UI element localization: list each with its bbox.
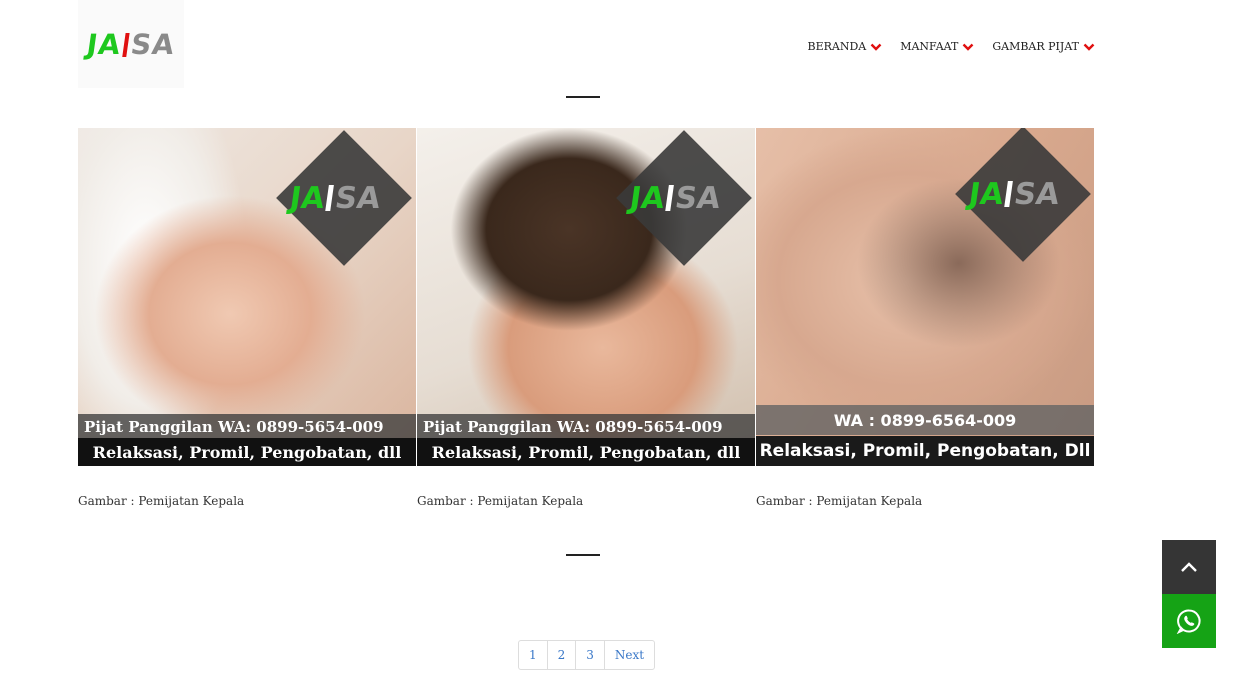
logo-wordmark: JA SA bbox=[85, 28, 178, 61]
gallery-image[interactable]: JA SA Pijat Panggilan WA: 0899-5654-009 R… bbox=[417, 128, 755, 466]
gallery-image[interactable]: JA SA WA : 0899-6564-009 Relaksasi, Promi… bbox=[756, 128, 1094, 466]
image-banner-services: Relaksasi, Promil, Pengobatan, dll bbox=[78, 438, 416, 466]
gallery-image[interactable]: JA SA Pijat Panggilan WA: 0899-5654-009 R… bbox=[78, 128, 416, 466]
gallery-item: JA SA Pijat Panggilan WA: 0899-5654-009 R… bbox=[78, 128, 416, 508]
chevron-down-icon bbox=[1083, 43, 1095, 51]
chevron-down-icon bbox=[963, 43, 974, 51]
whatsapp-icon bbox=[1176, 609, 1201, 634]
chevron-up-icon bbox=[1181, 562, 1197, 572]
watermark-text-right: SA bbox=[332, 181, 383, 216]
gallery-caption: Gambar : Pemijatan Kepala bbox=[78, 494, 245, 508]
gallery-item: JA SA WA : 0899-6564-009 Relaksasi, Promi… bbox=[756, 128, 1094, 508]
scroll-to-top-button[interactable] bbox=[1162, 540, 1216, 594]
section-divider-top bbox=[566, 96, 600, 98]
gallery-caption: Gambar : Pemijatan Kepala bbox=[756, 494, 923, 508]
image-banner-services: Relaksasi, Promil, Pengobatan, Dll bbox=[756, 436, 1094, 466]
nav-item-beranda[interactable]: BERANDA bbox=[807, 40, 882, 53]
watermark-logo: JA SA bbox=[628, 181, 723, 216]
logo-red-bar bbox=[122, 32, 130, 57]
watermark-logo: JA SA bbox=[288, 181, 383, 216]
gallery-item: JA SA Pijat Panggilan WA: 0899-5654-009 R… bbox=[417, 128, 755, 508]
nav-item-gambar-pijat[interactable]: GAMBAR PIJAT bbox=[992, 40, 1095, 53]
watermark-text-right: SA bbox=[1011, 177, 1062, 212]
whatsapp-button[interactable] bbox=[1162, 594, 1216, 648]
page-link-3[interactable]: 3 bbox=[576, 641, 605, 669]
nav-item-label: GAMBAR PIJAT bbox=[992, 40, 1079, 53]
image-banner-phone: Pijat Panggilan WA: 0899-5654-009 bbox=[417, 414, 755, 440]
watermark-text-right: SA bbox=[672, 181, 723, 216]
image-banner-phone: Pijat Panggilan WA: 0899-5654-009 bbox=[78, 414, 416, 440]
nav-item-label: BERANDA bbox=[807, 40, 867, 53]
logo-text-right: SA bbox=[128, 27, 178, 61]
watermark-text-left: JA bbox=[287, 181, 327, 216]
pagination: 1 2 3 Next bbox=[518, 640, 656, 670]
watermark-text-left: JA bbox=[966, 177, 1006, 212]
site-logo[interactable]: JA SA bbox=[78, 0, 184, 88]
nav-item-label: MANFAAT bbox=[900, 40, 959, 53]
chevron-down-icon bbox=[870, 43, 882, 51]
next-page-link[interactable]: Next bbox=[605, 641, 654, 669]
gallery-caption: Gambar : Pemijatan Kepala bbox=[417, 494, 584, 508]
nav-item-manfaat[interactable]: MANFAAT bbox=[900, 40, 974, 53]
section-divider-bottom bbox=[566, 554, 600, 556]
image-banner-services: Relaksasi, Promil, Pengobatan, dll bbox=[417, 438, 755, 466]
main-nav: BERANDA MANFAAT GAMBAR PIJAT bbox=[807, 40, 1095, 53]
watermark-text-left: JA bbox=[627, 181, 667, 216]
page-link-1[interactable]: 1 bbox=[519, 641, 548, 669]
watermark-logo: JA SA bbox=[967, 177, 1062, 212]
logo-text-left: JA bbox=[84, 27, 124, 61]
page-link-2[interactable]: 2 bbox=[548, 641, 577, 669]
image-banner-phone: WA : 0899-6564-009 bbox=[756, 405, 1094, 435]
image-gallery: JA SA Pijat Panggilan WA: 0899-5654-009 R… bbox=[78, 128, 1094, 508]
